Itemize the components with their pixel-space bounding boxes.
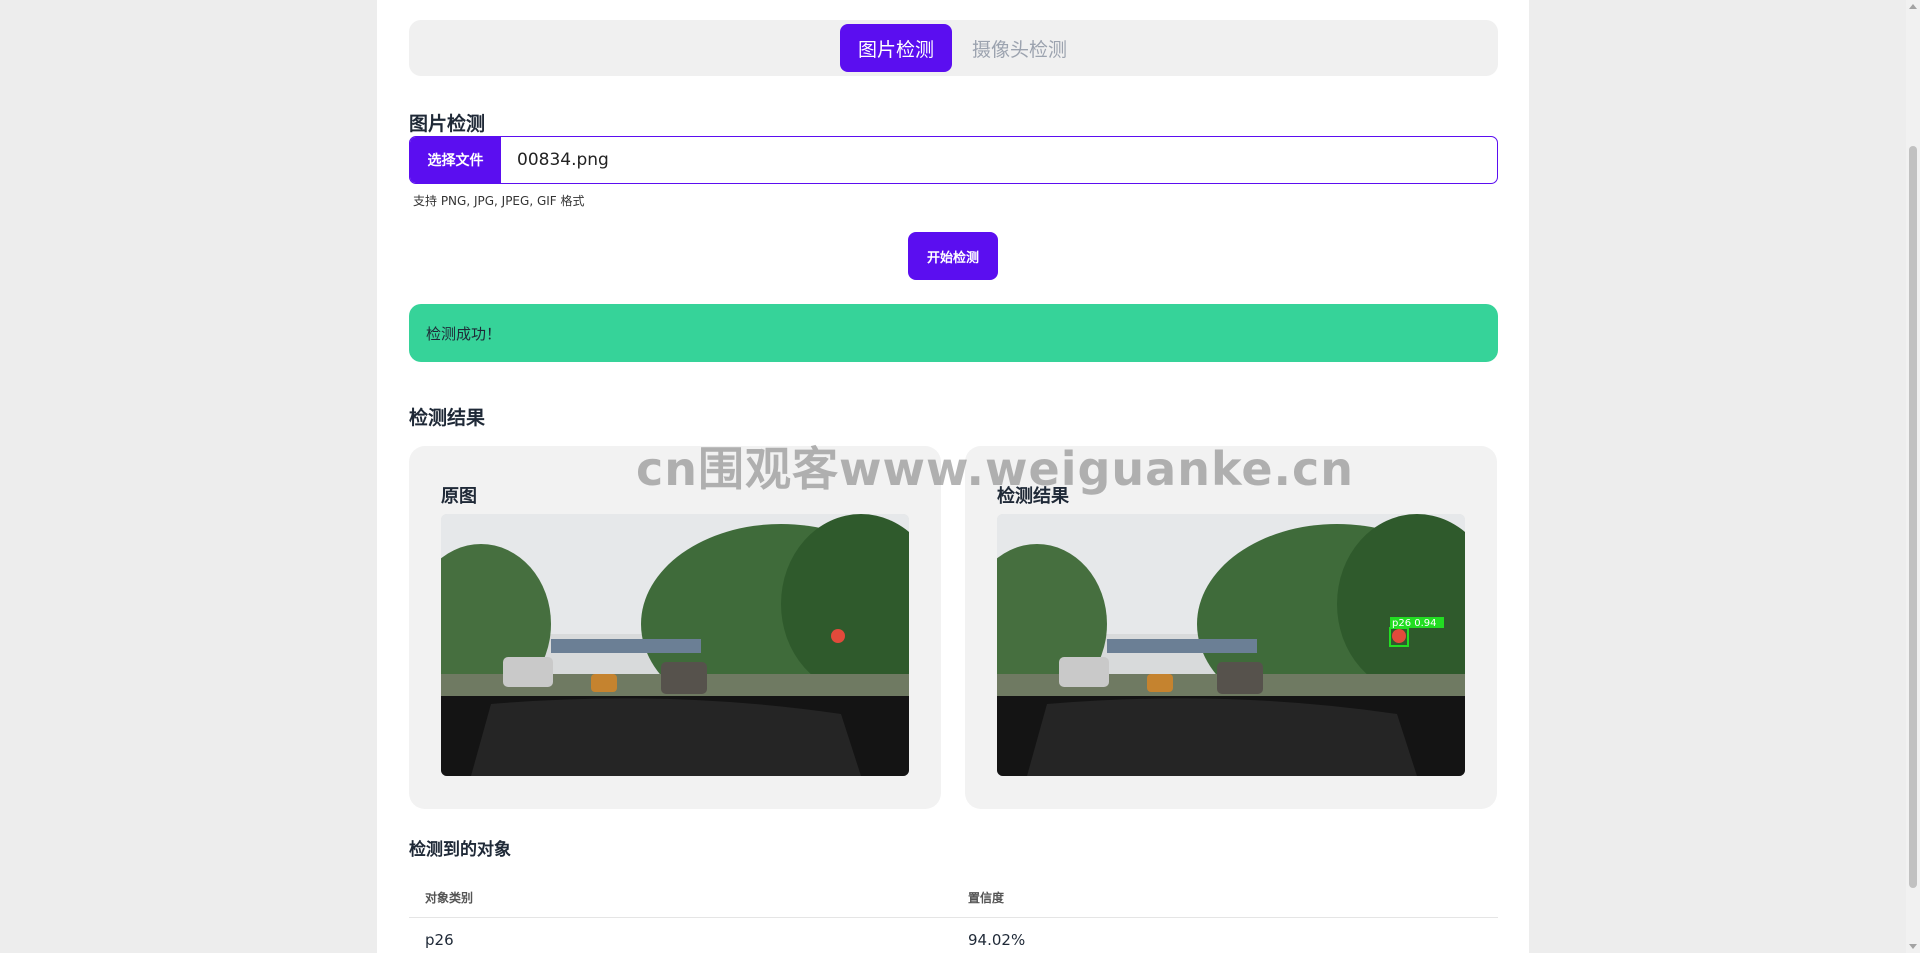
scrollbar-thumb[interactable]: [1909, 146, 1917, 888]
object-class-cell: p26: [425, 931, 454, 949]
selected-file-name: 00834.png: [517, 150, 609, 170]
objects-title: 检测到的对象: [409, 840, 511, 860]
original-image-card: 原图: [409, 446, 941, 809]
upload-section-title: 图片检测: [409, 113, 486, 135]
detected-image: p26 0.94: [997, 514, 1465, 776]
objects-table-header: 对象类别 置信度: [409, 878, 1498, 918]
watermark: cn围观客www.weiguanke.cn: [636, 442, 1355, 496]
success-alert: 检测成功！: [409, 304, 1498, 362]
page-scrollbar[interactable]: [1906, 0, 1920, 953]
object-confidence-cell: 94.02%: [968, 931, 1026, 949]
detected-image-card: 检测结果 p26 0.94: [965, 446, 1497, 809]
scroll-down-icon[interactable]: [1909, 944, 1917, 949]
file-format-hint: 支持 PNG, JPG, JPEG, GIF 格式: [413, 194, 585, 208]
column-header-confidence: 置信度: [968, 891, 1005, 905]
table-row: p26 94.02%: [409, 920, 1498, 953]
file-input[interactable]: 选择文件 00834.png: [409, 136, 1498, 184]
street-scene-image: [441, 514, 909, 776]
mode-tabs: 图片检测 摄像头检测: [409, 20, 1498, 76]
original-image: [441, 514, 909, 776]
tab-image-detection[interactable]: 图片检测: [839, 24, 952, 72]
start-detection-button[interactable]: 开始检测: [908, 232, 998, 280]
tab-camera-detection[interactable]: 摄像头检测: [972, 24, 1067, 72]
results-title: 检测结果: [409, 407, 486, 429]
detection-box-label: p26 0.94: [1392, 618, 1437, 629]
scroll-up-icon[interactable]: [1909, 4, 1917, 9]
choose-file-button[interactable]: 选择文件: [410, 137, 501, 183]
original-image-label: 原图: [441, 486, 477, 507]
street-scene-detected-image: p26 0.94: [997, 514, 1465, 776]
column-header-class: 对象类别: [425, 891, 474, 905]
